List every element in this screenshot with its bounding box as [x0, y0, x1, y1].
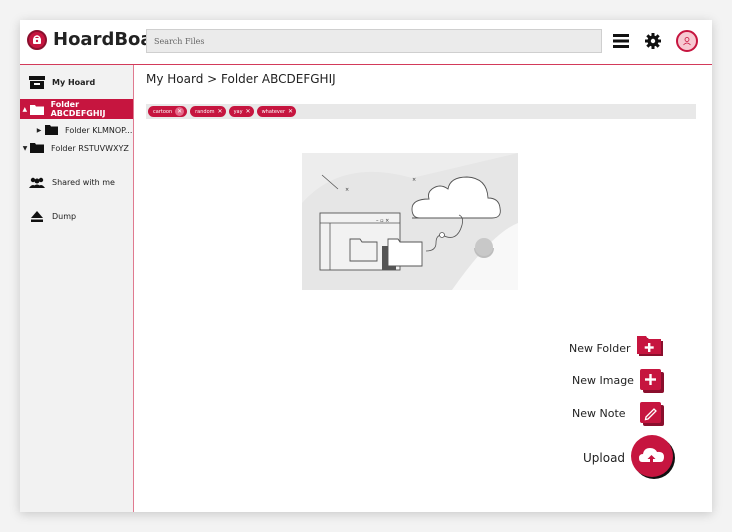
upload-button[interactable]: [630, 434, 676, 480]
search-input[interactable]: [146, 29, 602, 53]
close-icon[interactable]: ✕: [175, 107, 185, 116]
sidebar-item-label: Folder ABCDEFGHIJ: [50, 100, 106, 118]
new-image-action[interactable]: New Image: [572, 374, 634, 387]
empty-folder-illustration: × × – ▫ ×: [302, 153, 518, 290]
archive-box-icon: [29, 75, 45, 89]
sidebar: My Hoard ▲ Folder ABCDEFGHIJ ▶ Folder KL…: [20, 65, 134, 512]
sidebar-item-shared-with-me[interactable]: Shared with me: [20, 172, 142, 192]
hoardboard-logo-icon: [27, 29, 47, 50]
folder-icon: [44, 124, 58, 136]
upload-label: Upload: [583, 451, 626, 465]
image-add-icon: [640, 369, 664, 393]
top-bar: HoardBoard: [20, 20, 712, 65]
new-folder-action[interactable]: New Folder: [569, 342, 630, 355]
breadcrumb: My Hoard > Folder ABCDEFGHIJ: [146, 72, 336, 86]
sidebar-item-folder-rstuvwxyz[interactable]: ▼ Folder RSTUVWXYZ: [20, 138, 133, 158]
caret-up-icon: ▲: [22, 105, 28, 113]
new-folder-label: New Folder: [569, 342, 631, 355]
svg-text:×: ×: [412, 177, 416, 183]
close-icon[interactable]: ✕: [246, 108, 251, 115]
svg-text:– ▫ ×: – ▫ ×: [376, 218, 389, 224]
tag-chip[interactable]: whatever ✕: [256, 106, 297, 117]
svg-text:×: ×: [345, 187, 349, 193]
sidebar-item-label: Shared with me: [52, 177, 115, 187]
tag-label: yay: [233, 108, 243, 115]
new-note-action[interactable]: New Note: [572, 407, 626, 420]
sidebar-item-folder-abcdefghij[interactable]: ▲ Folder ABCDEFGHIJ: [20, 99, 133, 119]
folder-open-icon: [29, 103, 44, 115]
sidebar-item-label: Folder RSTUVWXYZ: [51, 143, 129, 153]
menu-button[interactable]: [610, 30, 632, 52]
pencil-icon: [640, 402, 664, 426]
new-image-label: New Image: [572, 374, 634, 387]
sidebar-item-label: My Hoard: [52, 77, 96, 87]
close-icon[interactable]: ✕: [288, 108, 293, 115]
tag-chip[interactable]: random ✕: [190, 106, 226, 117]
tag-label: cartoon: [153, 108, 173, 115]
user-icon: [683, 37, 691, 46]
eject-icon: [29, 210, 45, 222]
folder-icon: [30, 142, 44, 154]
new-note-label: New Note: [572, 407, 626, 420]
sidebar-item-label: Dump: [52, 211, 77, 221]
sidebar-item-label: Folder KLMNOP...: [65, 125, 133, 135]
caret-right-icon: ▶: [36, 126, 42, 134]
tag-chip[interactable]: yay ✕: [228, 106, 254, 117]
app-window: HoardBoard Search Files My Hoard ▲ Folde…: [20, 20, 712, 512]
sidebar-item-dump[interactable]: Dump: [20, 206, 142, 226]
caret-down-icon: ▼: [22, 144, 28, 152]
sidebar-item-my-hoard[interactable]: My Hoard: [20, 72, 142, 92]
tag-label: whatever: [261, 108, 286, 115]
tag-chip[interactable]: cartoon ✕: [148, 106, 188, 117]
tag-bar: cartoon ✕ random ✕ yay ✕ whatever ✕: [146, 104, 696, 119]
hamburger-icon: [613, 34, 629, 48]
users-icon: [29, 176, 45, 188]
user-avatar[interactable]: [676, 30, 698, 52]
upload-action[interactable]: Upload: [583, 451, 625, 465]
gear-icon: [645, 33, 661, 49]
tag-label: random: [195, 108, 215, 115]
new-note-button[interactable]: [640, 402, 664, 426]
sidebar-item-folder-klmnop[interactable]: ▶ Folder KLMNOP...: [20, 120, 147, 140]
new-folder-button[interactable]: [637, 336, 665, 358]
cloud-upload-icon: [631, 435, 675, 479]
empty-state-illustration: × × – ▫ ×: [302, 153, 518, 290]
new-image-button[interactable]: [640, 369, 664, 393]
folder-add-icon: [637, 336, 663, 356]
close-icon[interactable]: ✕: [218, 108, 223, 115]
settings-button[interactable]: [642, 30, 664, 52]
